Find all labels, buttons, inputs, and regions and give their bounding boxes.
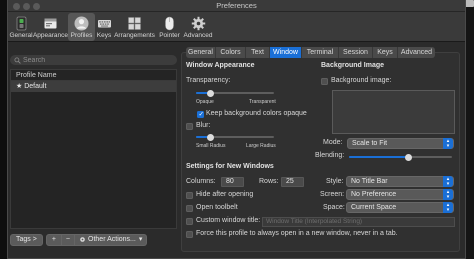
transparency-slider[interactable] [196,89,274,97]
other-actions-gear-icon [79,236,86,243]
blur-slider[interactable] [196,133,274,141]
tab-keys[interactable]: Keys [373,47,398,58]
tags-button[interactable]: Tags > [10,233,43,246]
tab-general[interactable]: General [186,47,216,58]
open-toolbelt-checkbox[interactable] [186,205,193,212]
force-new-window-label: Force this profile to always open in a n… [196,230,398,237]
custom-title-input[interactable]: Window Title (Interpolated String) [262,217,455,227]
settings-tabs: General Colors Text Window Terminal Sess… [186,47,435,58]
select-arrows-icon: ▴ ▾ [443,176,453,187]
search-icon [14,57,21,64]
screen-label: Screen: [320,191,345,198]
style-select[interactable]: No Title Bar ▴ ▾ [346,176,454,187]
new-windows-heading: Settings for New Windows [186,163,274,170]
custom-title-checkbox[interactable] [186,218,193,225]
tab-advanced[interactable]: Advanced [398,47,435,58]
blending-slider-fill [349,156,409,158]
keep-bg-opaque-label: Keep background colors opaque [206,110,307,117]
screen-select[interactable]: No Preference ▴ ▾ [346,189,454,200]
mode-select[interactable]: Scale to Fit ▴ ▾ [347,138,454,149]
add-profile-button[interactable]: + [45,233,62,246]
tab-text[interactable]: Text [246,47,270,58]
select-arrows-icon: ▴ ▾ [443,138,453,149]
blur-checkbox[interactable] [186,123,193,130]
transparency-max-label: Transparent [249,99,276,105]
background-image-label: Background image: [331,77,392,84]
profile-list: Profile Name ★ Default [10,69,177,229]
transparency-min-label: Opaque [196,99,214,105]
blur-label: Blur: [196,122,211,129]
mode-label: Mode: [323,139,343,146]
other-actions-button[interactable]: Other Actions... ▾ [75,233,148,246]
columns-label: Columns: [186,178,216,185]
style-label: Style: [326,178,344,185]
rows-input[interactable]: 25 [281,177,304,187]
force-new-window-checkbox[interactable] [186,231,193,238]
blending-slider[interactable] [349,153,452,161]
background-image-checkbox[interactable] [321,78,328,85]
profile-row-default[interactable]: ★ Default [11,81,176,92]
keep-bg-opaque-checkbox[interactable] [197,110,204,118]
tab-window[interactable]: Window [270,47,302,58]
columns-input[interactable]: 80 [221,177,244,187]
hide-after-opening-checkbox[interactable] [186,192,193,199]
space-label: Space: [323,204,345,211]
blur-slider-knob[interactable] [206,133,214,141]
hide-after-opening-label: Hide after opening [196,191,254,198]
tab-terminal[interactable]: Terminal [302,47,339,58]
blending-label: Blending: [315,152,345,159]
blending-slider-knob[interactable] [405,153,413,161]
transparency-slider-knob[interactable] [206,89,214,97]
background-image-well[interactable] [332,90,455,134]
space-select[interactable]: Current Space ▴ ▾ [346,202,454,213]
remove-profile-button[interactable]: − [61,233,76,246]
tab-colors[interactable]: Colors [216,47,246,58]
search-input[interactable] [23,55,173,65]
rows-label: Rows: [259,178,279,185]
chevron-down-icon: ▾ [138,235,143,243]
profile-search-field[interactable] [10,55,177,65]
window-appearance-heading: Window Appearance [186,62,255,69]
profile-actions-bar: Tags > + − Other Actions... ▾ [10,233,148,246]
open-toolbelt-label: Open toolbelt [196,204,238,211]
blur-max-label: Large Radius [246,143,276,149]
profile-list-header[interactable]: Profile Name [11,70,176,81]
select-arrows-icon: ▴ ▾ [443,189,453,200]
select-arrows-icon: ▴ ▾ [443,202,453,213]
custom-title-label: Custom window title: [196,217,261,224]
transparency-label: Transparency: [186,77,231,84]
tab-session[interactable]: Session [339,47,373,58]
blur-min-label: Small Radius [196,143,226,149]
background-image-heading: Background Image [321,62,385,69]
